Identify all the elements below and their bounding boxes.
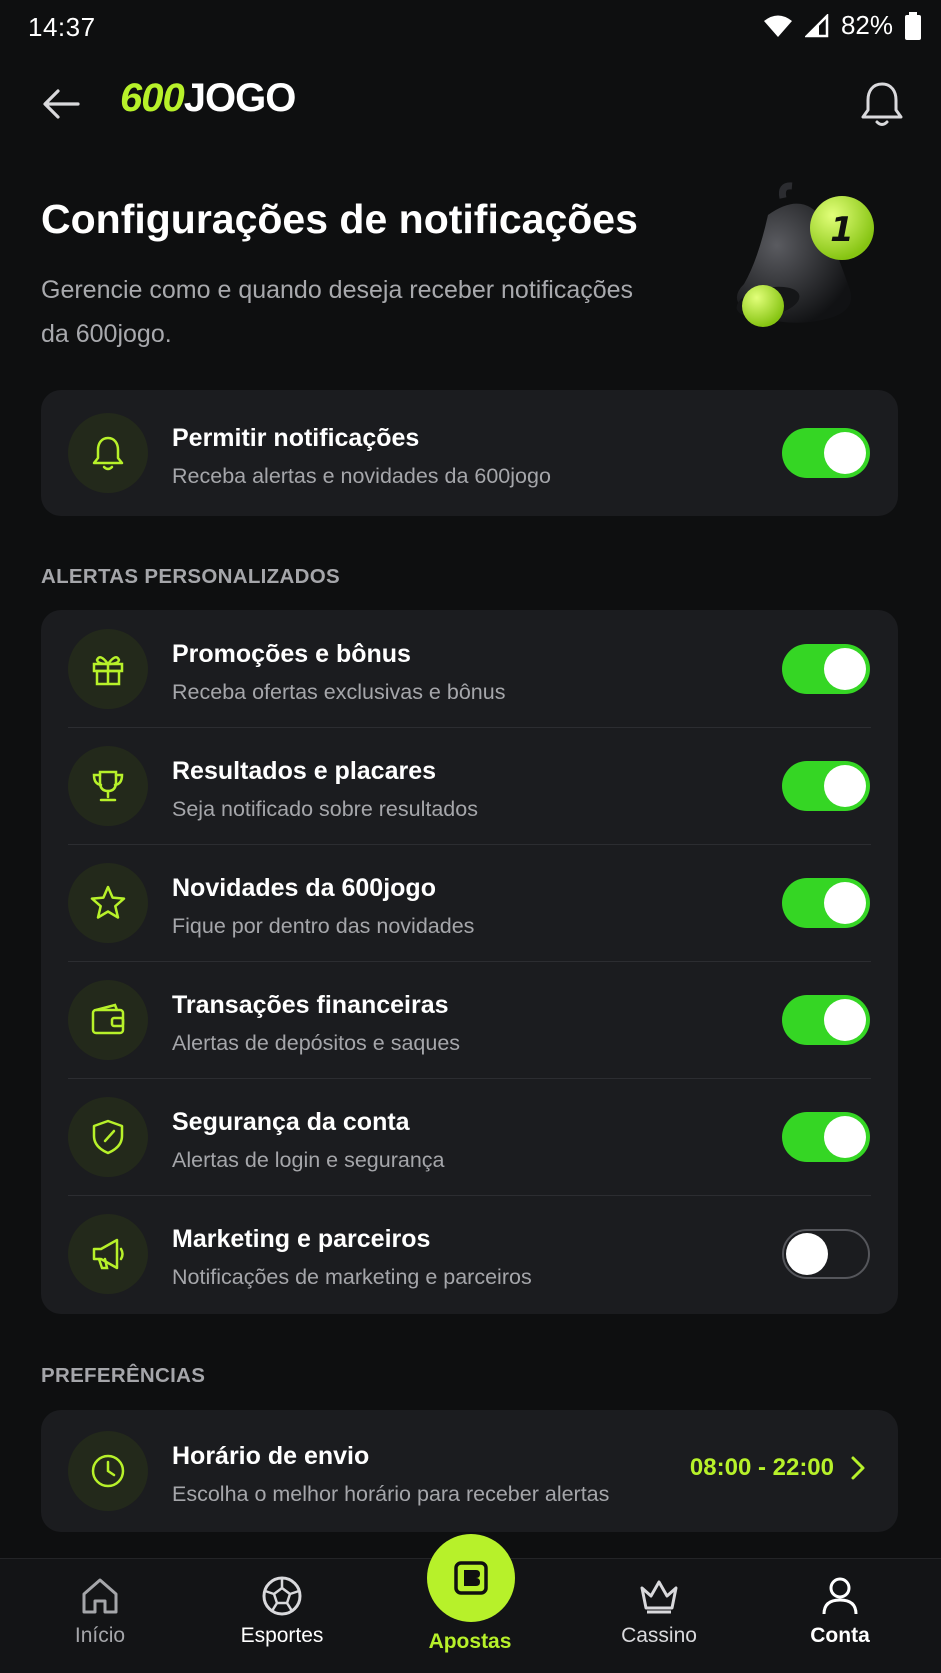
row-title: Permitir notificações bbox=[172, 424, 420, 452]
alert-row-marketing: Marketing e parceiros Notificações de ma… bbox=[41, 1195, 898, 1312]
page-subtitle: Gerencie como e quando deseja receber no… bbox=[41, 276, 634, 348]
bell-icon bbox=[68, 413, 148, 493]
marketing-toggle[interactable] bbox=[782, 1229, 870, 1279]
row-title: Transações financeiras bbox=[172, 991, 449, 1019]
schedule-value: 08:00 - 22:00 bbox=[689, 1454, 834, 1481]
hero-badge-count: 1 bbox=[830, 210, 854, 250]
bell-icon bbox=[861, 82, 903, 126]
signal-icon bbox=[804, 13, 829, 38]
allow-notifications-card: Permitir notificações Receba alertas e n… bbox=[41, 390, 898, 516]
alert-row-security: Segurança da conta Alertas de login e se… bbox=[41, 1078, 898, 1195]
toggle-knob bbox=[824, 648, 866, 690]
toggle-knob bbox=[824, 765, 866, 807]
gift-icon bbox=[68, 629, 148, 709]
row-subtitle: Escolha o melhor horário para receber al… bbox=[172, 1482, 610, 1506]
status-time: 14:37 bbox=[28, 12, 96, 42]
schedule-row[interactable]: Horário de envio Escolha o melhor horári… bbox=[41, 1412, 898, 1529]
crown-icon bbox=[640, 1580, 678, 1614]
megaphone-icon bbox=[68, 1214, 148, 1294]
allow-notifications-row: Permitir notificações Receba alertas e n… bbox=[41, 394, 898, 511]
page-title: Configurações de notificações bbox=[41, 196, 638, 242]
row-subtitle: Receba alertas e novidades da 600jogo bbox=[172, 464, 551, 488]
nav-item-conta[interactable]: Conta bbox=[770, 1574, 910, 1648]
wallet-icon bbox=[68, 980, 148, 1060]
arrow-left-icon bbox=[43, 89, 80, 119]
allow-notifications-toggle[interactable] bbox=[782, 428, 870, 478]
toggle-knob bbox=[824, 882, 866, 924]
results-toggle[interactable] bbox=[782, 761, 870, 811]
alert-row-promotions: Promoções e bônus Receba ofertas exclusi… bbox=[41, 610, 898, 727]
wifi-icon bbox=[763, 14, 793, 38]
row-subtitle: Fique por dentro das novidades bbox=[172, 914, 475, 938]
clock-icon bbox=[68, 1431, 148, 1511]
nav-label-apostas: Apostas bbox=[428, 1630, 512, 1653]
notifications-button[interactable] bbox=[856, 78, 908, 130]
status-bar: 14:37 82% bbox=[0, 0, 941, 56]
shield-icon bbox=[68, 1097, 148, 1177]
nav-item-esportes[interactable]: Esportes bbox=[212, 1574, 352, 1648]
section-label-alerts: ALERTAS PERSONALIZADOS bbox=[41, 565, 340, 588]
hero-bell-illustration: 1 bbox=[708, 180, 888, 355]
nav-item-cassino[interactable]: Cassino bbox=[589, 1574, 729, 1648]
transactions-toggle[interactable] bbox=[782, 995, 870, 1045]
row-subtitle: Alertas de depósitos e saques bbox=[172, 1031, 461, 1055]
nav-item-apostas[interactable] bbox=[427, 1534, 515, 1622]
battery-icon bbox=[905, 11, 921, 40]
brand-logo: 600JOGO bbox=[120, 76, 296, 120]
row-title: Marketing e parceiros bbox=[172, 1225, 431, 1253]
row-title: Novidades da 600jogo bbox=[172, 874, 436, 902]
user-icon bbox=[822, 1577, 858, 1615]
back-button[interactable] bbox=[38, 80, 86, 128]
row-subtitle: Receba ofertas exclusivas e bônus bbox=[172, 680, 506, 704]
home-icon bbox=[82, 1578, 118, 1614]
row-title: Resultados e placares bbox=[172, 757, 437, 785]
nav-label: Cassino bbox=[621, 1624, 697, 1647]
row-title: Horário de envio bbox=[172, 1442, 370, 1470]
nav-label: Esportes bbox=[240, 1624, 324, 1647]
nav-label: Conta bbox=[810, 1624, 870, 1647]
alert-row-results: Resultados e placares Seja notificado so… bbox=[41, 727, 898, 844]
toggle-knob bbox=[824, 432, 866, 474]
nav-label: Início bbox=[74, 1624, 126, 1647]
chevron-right-icon bbox=[848, 1454, 868, 1482]
row-subtitle: Seja notificado sobre resultados bbox=[172, 797, 478, 821]
row-title: Promoções e bônus bbox=[172, 640, 411, 668]
soccer-ball-icon bbox=[262, 1576, 302, 1616]
row-title: Segurança da conta bbox=[172, 1108, 410, 1136]
ticket-icon bbox=[454, 1561, 488, 1595]
schedule-card[interactable]: Horário de envio Escolha o melhor horári… bbox=[41, 1410, 898, 1532]
row-subtitle: Notificações de marketing e parceiros bbox=[172, 1265, 532, 1289]
section-label-preferences: PREFERÊNCIAS bbox=[41, 1364, 206, 1387]
security-toggle[interactable] bbox=[782, 1112, 870, 1162]
toggle-knob bbox=[824, 1116, 866, 1158]
row-subtitle: Alertas de login e segurança bbox=[172, 1148, 445, 1172]
alert-row-news: Novidades da 600jogo Fique por dentro da… bbox=[41, 844, 898, 961]
promotions-toggle[interactable] bbox=[782, 644, 870, 694]
toggle-knob bbox=[824, 999, 866, 1041]
star-icon bbox=[68, 863, 148, 943]
trophy-icon bbox=[68, 746, 148, 826]
battery-percent: 82% bbox=[840, 10, 893, 40]
nav-item-inicio[interactable]: Início bbox=[30, 1574, 170, 1648]
alert-row-transactions: Transações financeiras Alertas de depósi… bbox=[41, 961, 898, 1078]
news-toggle[interactable] bbox=[782, 878, 870, 928]
alerts-card: Promoções e bônus Receba ofertas exclusi… bbox=[41, 610, 898, 1314]
toggle-knob bbox=[786, 1233, 828, 1275]
